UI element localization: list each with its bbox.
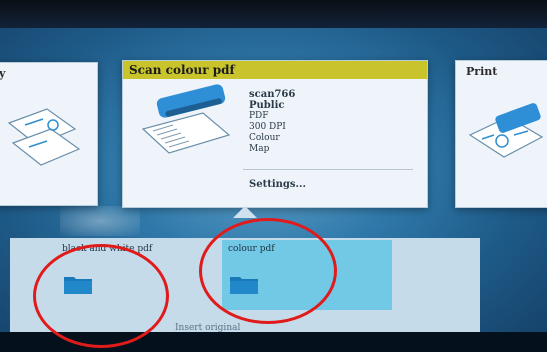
print-function-card[interactable]: Print bbox=[455, 60, 547, 208]
scan-details: scan766 Public PDF 300 DPI Colour Map bbox=[249, 89, 295, 155]
document-icon bbox=[7, 108, 81, 166]
annotation-circle bbox=[33, 244, 169, 348]
scan-name: scan766 bbox=[249, 89, 296, 100]
scan-format: PDF bbox=[249, 111, 269, 121]
top-bezel bbox=[0, 0, 547, 28]
screen-glare bbox=[60, 206, 140, 236]
scan-owner: Public bbox=[249, 100, 285, 111]
selection-pointer bbox=[233, 206, 257, 218]
settings-link[interactable]: Settings... bbox=[249, 179, 306, 190]
left-function-card[interactable]: y bbox=[0, 62, 98, 206]
scan-resolution: 300 DPI bbox=[249, 122, 286, 132]
scanner-icon bbox=[141, 84, 231, 154]
scan-destination: Map bbox=[249, 144, 270, 154]
print-card-title: Print bbox=[466, 65, 498, 78]
details-divider bbox=[243, 169, 413, 170]
device-screen: y Scan colour pdf scan766 Public PDF 300… bbox=[0, 0, 547, 352]
scan-color-mode: Colour bbox=[249, 133, 280, 143]
scan-card-title: Scan colour pdf bbox=[123, 61, 427, 79]
annotation-circle bbox=[199, 218, 337, 324]
scan-function-card[interactable]: Scan colour pdf scan766 Public PDF 300 D… bbox=[122, 60, 428, 208]
printer-document-icon bbox=[468, 103, 544, 158]
left-card-title: y bbox=[0, 67, 6, 80]
